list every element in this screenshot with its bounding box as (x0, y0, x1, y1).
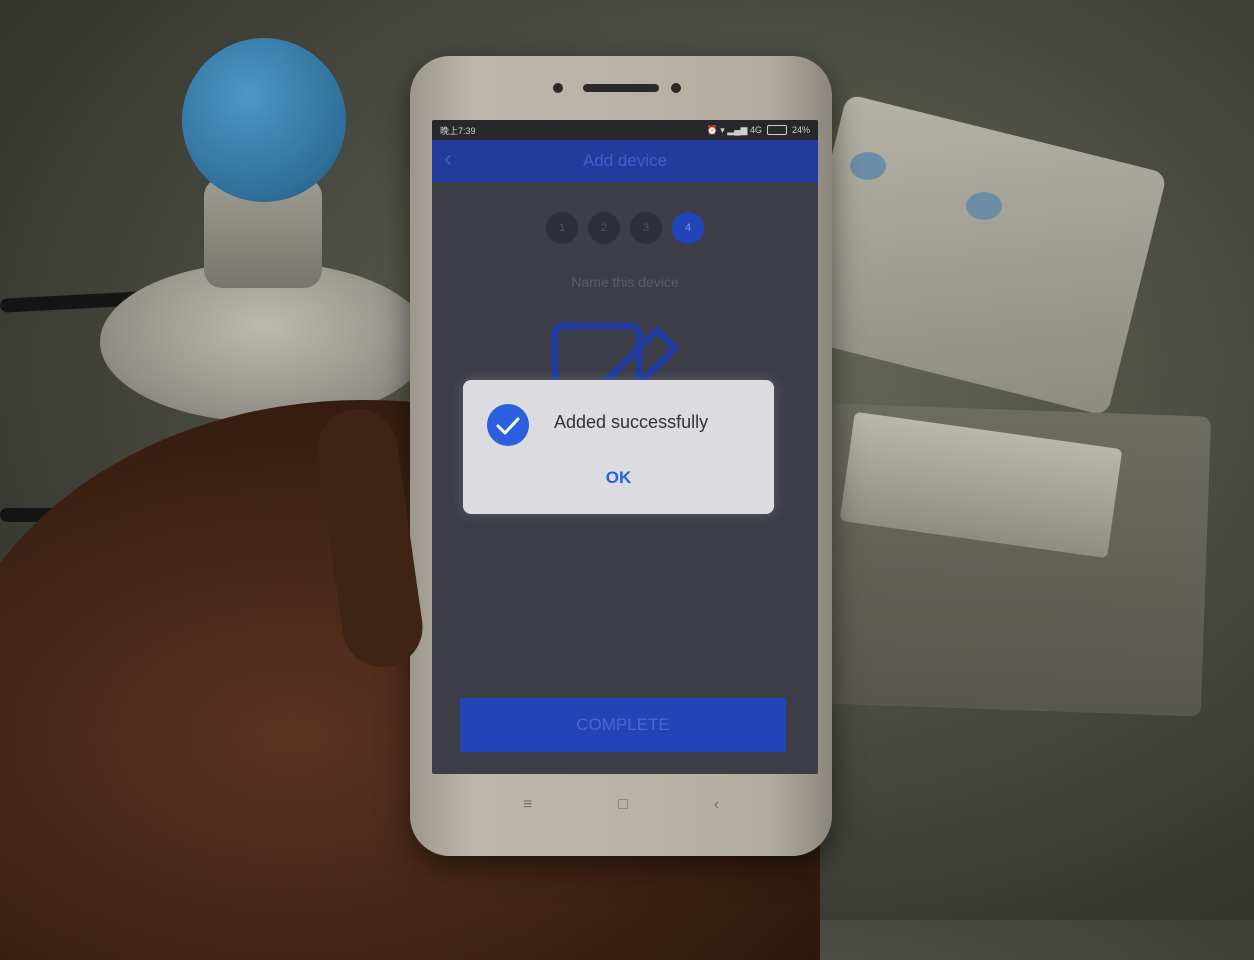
menu-key-icon[interactable]: ≡ (523, 796, 532, 814)
blue-bulb (182, 38, 346, 202)
status-bar: 晚上7:39 ⏰ ▾ ▂▄▆ 4G 24% (432, 120, 818, 140)
ok-button[interactable]: OK (463, 468, 774, 488)
app-bar: ‹ Add device (432, 140, 818, 182)
power-strip (786, 93, 1168, 417)
back-key-icon[interactable]: ‹ (714, 796, 719, 814)
step-indicator: 1 2 3 4 (432, 212, 818, 244)
check-circle-icon (487, 404, 529, 446)
battery-icon (766, 125, 787, 135)
home-key-icon[interactable]: □ (618, 796, 628, 814)
signal-indicators: ⏰ ▾ ▂▄▆ 4G (706, 124, 762, 135)
success-dialog: Added successfully OK (463, 380, 774, 514)
battery-level: 24% (791, 125, 810, 135)
back-arrow-icon[interactable]: ‹ (444, 147, 452, 171)
power-strip-button (966, 192, 1002, 220)
status-time: 晚上7:39 (440, 125, 476, 136)
hardware-nav-keys: ≡ □ ‹ (410, 796, 832, 814)
earpiece (583, 84, 659, 92)
complete-button[interactable]: COMPLETE (460, 698, 786, 752)
phone: 晚上7:39 ⏰ ▾ ▂▄▆ 4G 24% ‹ Add device 1 2 3… (410, 56, 832, 856)
front-sensor (553, 83, 563, 93)
status-indicators: ⏰ ▾ ▂▄▆ 4G 24% (707, 125, 810, 136)
front-camera (671, 83, 681, 93)
photo-scene: 晚上7:39 ⏰ ▾ ▂▄▆ 4G 24% ‹ Add device 1 2 3… (0, 0, 1254, 960)
name-device-label: Name this device (571, 274, 679, 290)
step-1: 1 (546, 212, 578, 244)
page-title: Add device (582, 151, 668, 170)
phone-screen: 晚上7:39 ⏰ ▾ ▂▄▆ 4G 24% ‹ Add device 1 2 3… (432, 120, 818, 774)
step-4: 4 (672, 212, 704, 244)
dialog-message: Added successfully (554, 412, 709, 432)
step-3: 3 (630, 212, 662, 244)
power-strip-button (850, 152, 886, 180)
step-2: 2 (588, 212, 620, 244)
